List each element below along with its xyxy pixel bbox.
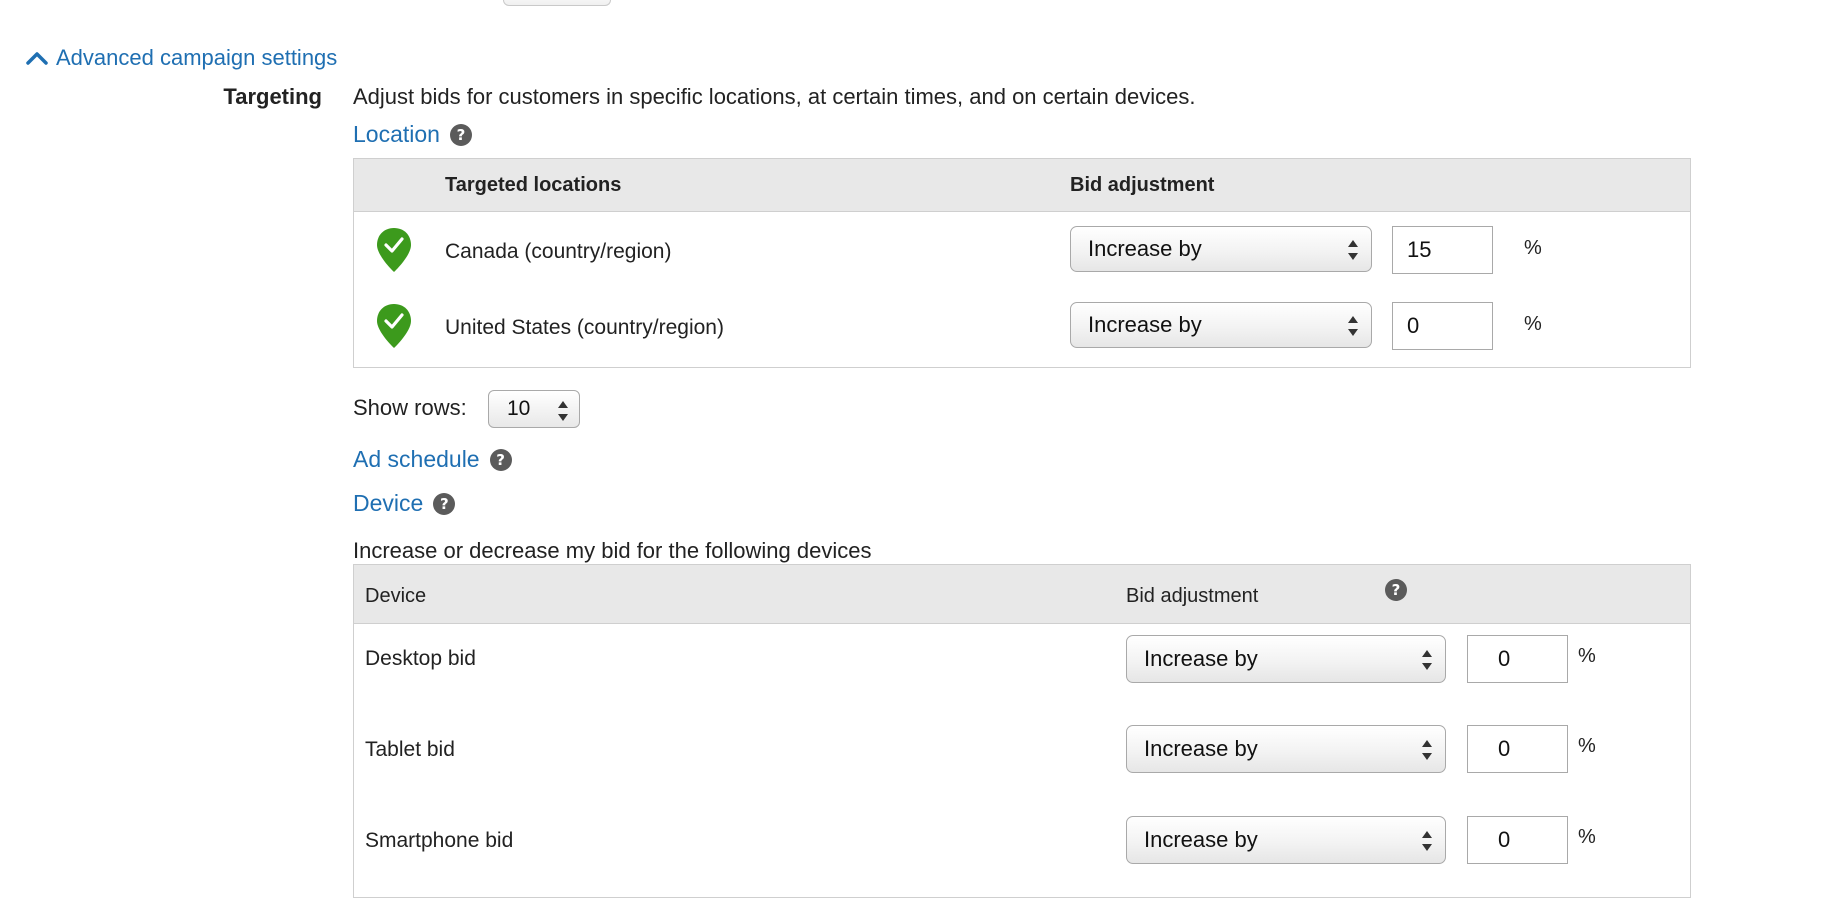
show-rows-label: Show rows: <box>353 395 467 420</box>
bid-mode-select[interactable]: Increase by <box>1126 725 1446 773</box>
device-name: Desktop bid <box>365 647 476 670</box>
top-partial-control[interactable] <box>503 0 611 6</box>
chevron-up-icon <box>26 52 48 65</box>
advanced-settings-label: Advanced campaign settings <box>56 45 338 70</box>
advanced-settings-toggle[interactable]: Advanced campaign settings <box>26 44 337 72</box>
ad-schedule-section: Ad schedule ? <box>353 446 512 473</box>
bid-percent-input[interactable]: 15 <box>1392 226 1493 274</box>
ad-schedule-link[interactable]: Ad schedule <box>353 446 480 473</box>
targeting-description: Adjust bids for customers in specific lo… <box>353 84 1196 109</box>
select-arrows-icon <box>1348 316 1358 336</box>
bid-mode-value: Increase by <box>1088 312 1202 337</box>
location-section: Location ? <box>353 121 472 148</box>
bid-mode-value: Increase by <box>1144 646 1258 671</box>
col-device: Device <box>365 585 427 607</box>
location-pin-check-icon <box>377 228 411 272</box>
bid-mode-select[interactable]: Increase by <box>1070 226 1372 272</box>
device-name: Tablet bid <box>365 738 455 761</box>
col-targeted-locations: Targeted locations <box>445 174 622 196</box>
bid-mode-select[interactable]: Increase by <box>1070 302 1372 348</box>
device-table: Device Bid adjustment ? Desktop bid Incr… <box>353 564 1691 898</box>
location-pin-check-icon <box>377 304 411 348</box>
bid-mode-select[interactable]: Increase by <box>1126 816 1446 864</box>
col-bid-adjustment: Bid adjustment <box>1126 585 1259 607</box>
percent-sign: % <box>1524 313 1542 335</box>
device-name: Smartphone bid <box>365 829 514 852</box>
bid-percent-input[interactable]: 0 <box>1467 816 1568 864</box>
location-name: United States (country/region) <box>445 316 724 339</box>
select-arrows-icon <box>1422 650 1432 670</box>
bid-percent-input[interactable]: 0 <box>1392 302 1493 350</box>
percent-sign: % <box>1578 735 1596 757</box>
device-table-header: Device Bid adjustment ? <box>354 565 1690 624</box>
device-section: Device ? <box>353 490 456 517</box>
bid-percent-input[interactable]: 0 <box>1467 725 1568 773</box>
col-bid-adjustment: Bid adjustment <box>1070 174 1215 196</box>
select-arrows-icon <box>558 401 568 421</box>
bid-percent-input[interactable]: 0 <box>1467 635 1568 683</box>
location-name: Canada (country/region) <box>445 240 672 263</box>
help-icon[interactable]: ? <box>449 123 472 146</box>
location-link[interactable]: Location <box>353 121 440 148</box>
show-rows-select[interactable]: 10 <box>488 390 580 428</box>
help-icon[interactable]: ? <box>1385 579 1407 601</box>
device-intro-text: Increase or decrease my bid for the foll… <box>353 538 872 563</box>
select-arrows-icon <box>1348 240 1358 260</box>
show-rows-value: 10 <box>507 397 531 420</box>
device-link[interactable]: Device <box>353 490 423 517</box>
percent-sign: % <box>1578 826 1596 848</box>
bid-mode-select[interactable]: Increase by <box>1126 635 1446 683</box>
help-icon[interactable]: ? <box>433 492 456 515</box>
targeting-label: Targeting <box>223 84 322 109</box>
bid-mode-value: Increase by <box>1088 236 1202 261</box>
location-table: Targeted locations Bid adjustment Canada… <box>353 158 1691 368</box>
select-arrows-icon <box>1422 740 1432 760</box>
bid-mode-value: Increase by <box>1144 736 1258 761</box>
percent-sign: % <box>1524 237 1542 259</box>
percent-sign: % <box>1578 645 1596 667</box>
bid-mode-value: Increase by <box>1144 827 1258 852</box>
help-icon[interactable]: ? <box>489 448 512 471</box>
location-table-header: Targeted locations Bid adjustment <box>354 159 1690 212</box>
select-arrows-icon <box>1422 831 1432 851</box>
